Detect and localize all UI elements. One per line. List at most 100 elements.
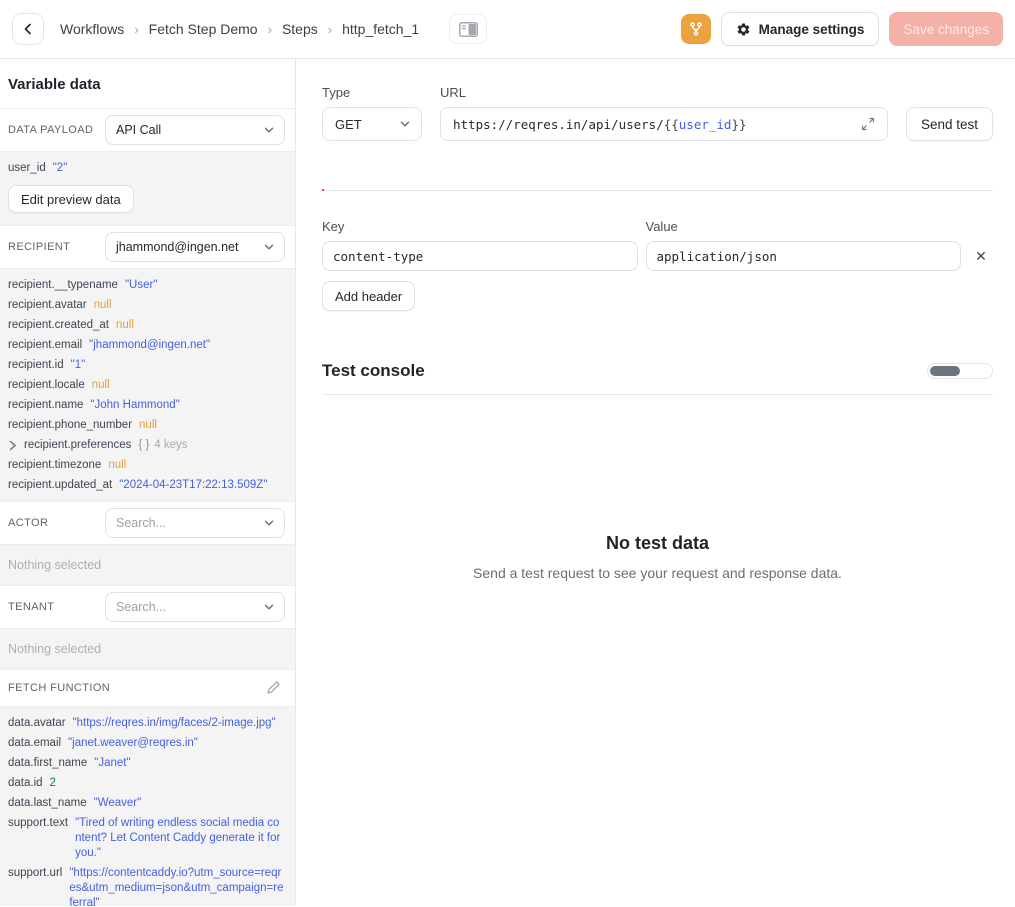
fetch-function-preview: data.avatar "https://reqres.in/img/faces… [0,706,295,906]
breadcrumb-item[interactable]: Steps [282,21,318,37]
variable-value: "John Hammond" [90,398,179,413]
back-button[interactable] [12,13,44,45]
breadcrumb-item[interactable]: http_fetch_1 [342,21,419,37]
variable-row: recipient.timezone null [0,455,295,475]
tenant-empty-state: Nothing selected [0,628,295,670]
empty-state-title: No test data [322,533,993,554]
variable-value: "Janet" [94,756,130,771]
empty-state-subtitle: Send a test request to see your request … [322,565,993,581]
variable-key: data.email [8,736,61,751]
tenant-search-input[interactable] [108,600,263,614]
chevron-down-icon [263,124,275,136]
variable-row: recipient.preferences { }4 keys [0,435,295,455]
data-payload-label: DATA PAYLOAD [8,124,93,136]
add-header-label: Add header [335,289,402,304]
variable-row: support.url "https://contentcaddy.io?utm… [0,863,295,906]
empty-state: No test data Send a test request to see … [322,533,993,581]
variable-value: "Tired of writing endless social media c… [75,816,285,861]
header-value-input[interactable] [646,241,962,271]
commit-status-badge[interactable] [681,14,711,44]
send-test-label: Send test [921,117,978,132]
variable-key: recipient.timezone [8,458,101,473]
variable-key: data.id [8,776,43,791]
toggle-segment[interactable] [930,366,960,376]
expand-chevron-icon[interactable] [8,440,17,451]
request-response-toggle [927,363,993,379]
variable-value: null [139,418,157,433]
recipient-select[interactable]: jhammond@ingen.net [105,232,285,262]
variable-row: recipient.id "1" [0,355,295,375]
toggle-sidebar-button[interactable] [449,14,487,44]
variable-row: data.id 2 [0,773,295,793]
manage-settings-label: Manage settings [759,22,865,37]
variable-value: "https://reqres.in/img/faces/2-image.jpg… [73,716,276,731]
variable-key: recipient.created_at [8,318,109,333]
breadcrumb-item[interactable]: Fetch Step Demo [149,21,258,37]
breadcrumb-separator-icon: › [134,22,138,37]
fetch-function-row: FETCH FUNCTION [0,670,295,706]
breadcrumb: Workflows › Fetch Step Demo › Steps › ht… [60,21,419,37]
variable-key: user_id [8,161,46,176]
url-field: URL https://reqres.in/api/users/{{user_i… [440,85,888,141]
url-value: https://reqres.in/api/users/{{user_id}} [453,117,859,132]
method-select[interactable]: GET [322,107,422,141]
breadcrumb-item[interactable]: Workflows [60,21,124,37]
data-payload-row: DATA PAYLOAD API Call [0,109,295,151]
variable-value: "Weaver" [94,796,142,811]
variable-value: null [116,318,134,333]
method-field: Type GET [322,85,422,141]
actor-empty-state: Nothing selected [0,544,295,586]
variable-data-panel: Variable data DATA PAYLOAD API Call user… [0,59,296,906]
actor-search-input[interactable] [108,516,263,530]
edit-preview-data-label: Edit preview data [21,192,121,207]
request-tab[interactable] [350,179,352,190]
variable-key: data.avatar [8,716,66,731]
expand-url-editor-button[interactable] [859,115,877,133]
method-selected-value: GET [335,117,362,132]
variable-value: "1" [71,358,86,373]
actor-label: ACTOR [8,517,48,529]
variable-value: "2024-04-23T17:22:13.509Z" [119,478,267,493]
send-test-button[interactable]: Send test [906,107,993,141]
url-input[interactable]: https://reqres.in/api/users/{{user_id}} [440,107,888,141]
request-tab[interactable] [322,179,324,191]
recipient-row: RECIPIENT jhammond@ingen.net [0,226,295,268]
variable-row: support.text "Tired of writing endless s… [0,813,295,863]
variable-key: support.url [8,866,62,881]
header-key-input[interactable] [322,241,638,271]
save-changes-button[interactable]: Save changes [889,12,1003,46]
actor-row: ACTOR [0,502,295,544]
variable-value: 2 [50,776,56,791]
step-editor: Type GET URL https://reqres.in/api/users… [296,59,1015,906]
request-tab[interactable] [378,179,380,190]
toggle-segment[interactable] [960,366,990,376]
variable-value: null [92,378,110,393]
variable-row: data.avatar "https://reqres.in/img/faces… [0,713,295,733]
key-label: Key [322,219,638,234]
variable-row: data.last_name "Weaver" [0,793,295,813]
chevron-down-icon [263,601,275,613]
variable-key: support.text [8,816,68,831]
header-key-field: Key [322,219,638,271]
edit-fetch-function-button[interactable] [261,676,285,700]
variable-row: recipient.created_at null [0,315,295,335]
variable-key: recipient.__typename [8,278,118,293]
tenant-search-select[interactable] [105,592,285,622]
variable-row: recipient.phone_number null [0,415,295,435]
data-payload-select[interactable]: API Call [105,115,285,145]
variable-row: data.email "janet.weaver@reqres.in" [0,733,295,753]
remove-header-button[interactable]: ✕ [969,241,993,271]
variable-row: recipient.__typename "User" [0,275,295,295]
git-branch-icon [688,21,704,37]
variable-key: data.last_name [8,796,87,811]
variable-value: "User" [125,278,157,293]
request-config-row: Type GET URL https://reqres.in/api/users… [322,85,993,141]
edit-preview-data-button[interactable]: Edit preview data [8,185,134,213]
type-label: Type [322,85,422,100]
variable-value: null [108,458,126,473]
manage-settings-button[interactable]: Manage settings [721,12,880,46]
add-header-button[interactable]: Add header [322,281,415,311]
variable-value: { }4 keys [138,438,187,453]
actor-search-select[interactable] [105,508,285,538]
chevron-down-icon [263,517,275,529]
